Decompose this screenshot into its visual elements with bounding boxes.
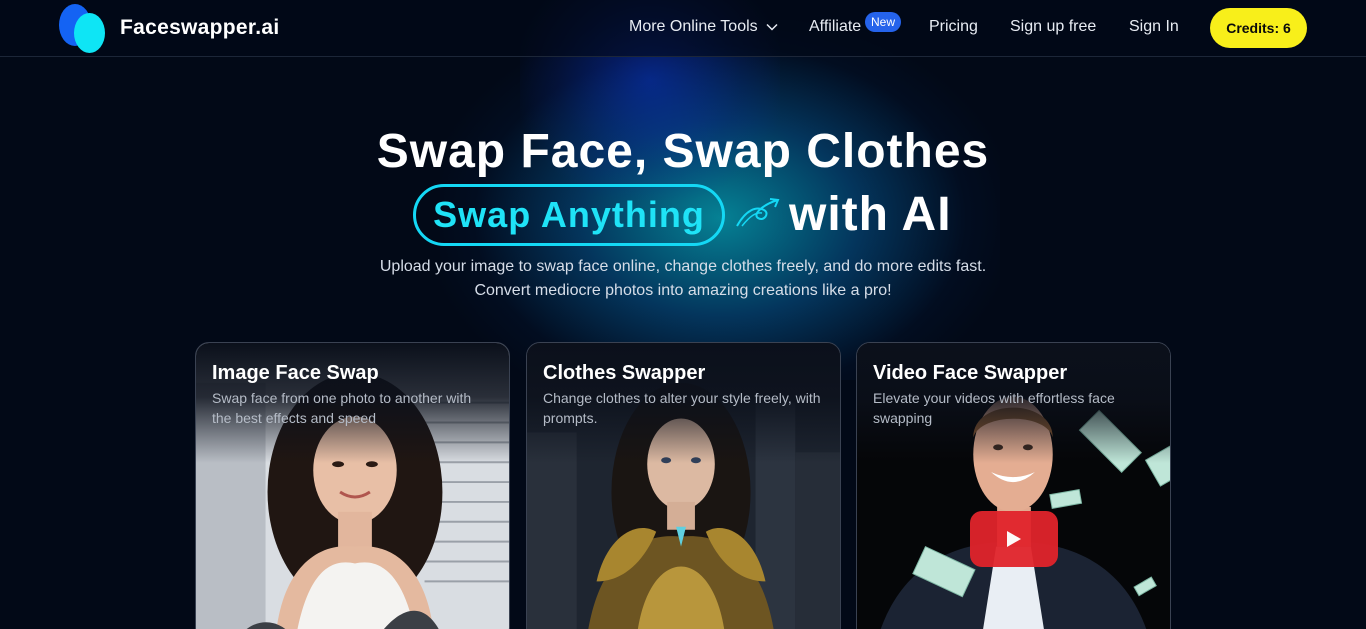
- nav-pricing[interactable]: Pricing: [929, 18, 978, 36]
- nav-more-online-tools[interactable]: More Online Tools: [629, 18, 778, 36]
- nav-sign-up-free[interactable]: Sign up free: [1010, 18, 1096, 36]
- nav-sign-in[interactable]: Sign In: [1129, 18, 1179, 36]
- top-nav-bar: Faceswapper.ai More Online Tools Affilia…: [0, 0, 1366, 57]
- new-badge: New: [865, 12, 902, 32]
- brand-logo-icon[interactable]: [58, 4, 108, 53]
- hero-subtitle-line-1: Upload your image to swap face online, c…: [379, 258, 987, 275]
- play-icon: [1007, 531, 1021, 547]
- nav-affiliate[interactable]: Affiliate: [809, 18, 861, 36]
- hero-subtitle: Upload your image to swap face online, c…: [0, 255, 1366, 303]
- card-title: Video Face Swapper: [873, 362, 1068, 384]
- nav-more-online-tools-label: More Online Tools: [629, 18, 758, 35]
- hero-title: Swap Face, Swap Clothes: [376, 125, 990, 178]
- card-video-face-swapper[interactable]: Video Face Swapper Elevate your videos w…: [856, 342, 1171, 629]
- swap-anything-pill: Swap Anything: [413, 184, 725, 246]
- hero-subtitle-line-2: Convert mediocre photos into amazing cre…: [474, 282, 892, 299]
- card-title: Clothes Swapper: [543, 362, 706, 384]
- play-button[interactable]: [970, 511, 1058, 567]
- credits-button[interactable]: Credits: 6: [1210, 8, 1307, 48]
- brand-name[interactable]: Faceswapper.ai: [120, 16, 279, 40]
- card-description: Change clothes to alter your style freel…: [543, 390, 821, 426]
- hero-title-with-ai: with AI: [789, 188, 952, 241]
- card-clothes-swapper[interactable]: Clothes Swapper Change clothes to alter …: [526, 342, 841, 629]
- curved-arrow-icon: [736, 198, 780, 227]
- card-description: Swap face from one photo to another with…: [212, 390, 472, 426]
- card-title: Image Face Swap: [212, 362, 379, 384]
- card-image-face-swap[interactable]: Image Face Swap Swap face from one photo…: [195, 342, 510, 629]
- card-description: Elevate your videos with effortless face…: [873, 390, 1115, 426]
- chevron-down-icon: [766, 23, 778, 31]
